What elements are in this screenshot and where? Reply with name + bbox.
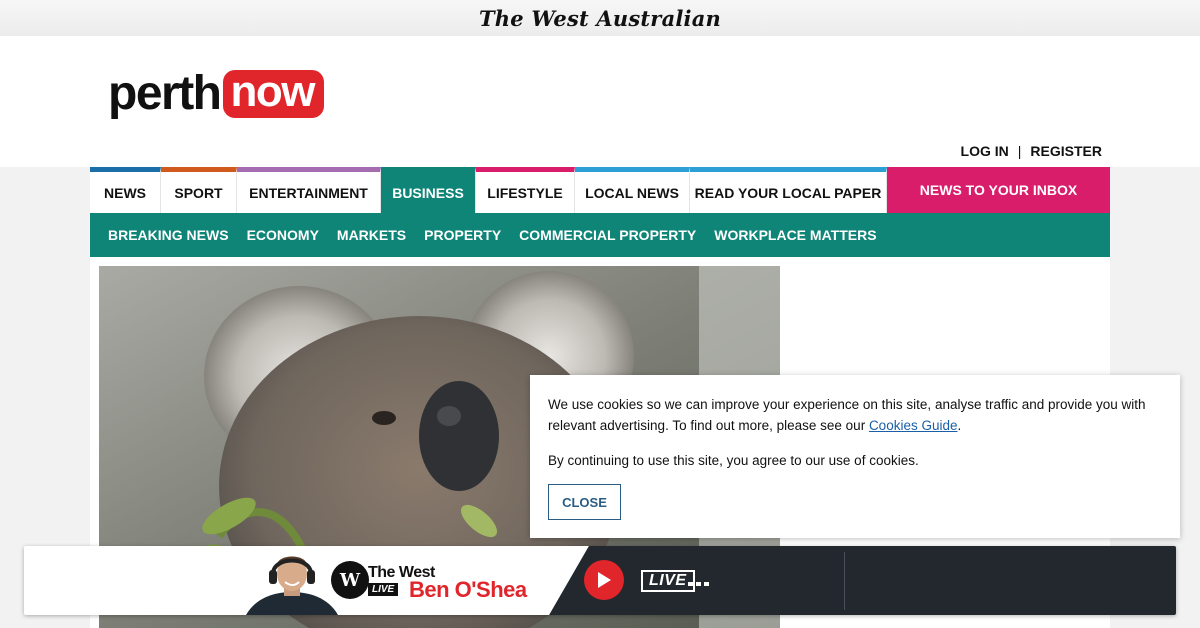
nav-item-sport[interactable]: SPORT xyxy=(161,167,237,213)
logo-now: now xyxy=(222,70,324,118)
nav-item-read-your-local-paper[interactable]: READ YOUR LOCAL PAPER xyxy=(690,167,887,213)
play-button[interactable] xyxy=(584,560,624,600)
cookie-text-end: . xyxy=(957,418,962,433)
cookie-banner: We use cookies so we can improve your ex… xyxy=(530,375,1180,538)
subnav-property[interactable]: PROPERTY xyxy=(424,227,501,243)
cookie-close-button[interactable]: CLOSE xyxy=(548,484,621,520)
nav-item-lifestyle[interactable]: LIFESTYLE xyxy=(476,167,575,213)
nav-item-news[interactable]: NEWS xyxy=(90,167,161,213)
the-west-badge-icon: W xyxy=(331,561,369,599)
nav-item-entertainment[interactable]: ENTERTAINMENT xyxy=(237,167,381,213)
primary-nav: NEWS SPORT ENTERTAINMENT BUSINESS LIFEST… xyxy=(90,167,1110,213)
perthnow-logo[interactable]: perth now xyxy=(108,70,324,118)
player-brand-live: LIVE xyxy=(368,583,399,596)
login-link[interactable]: LOG IN xyxy=(961,143,1009,159)
masthead: The West Australian xyxy=(0,0,1200,36)
news-to-your-inbox-button[interactable]: NEWS TO YOUR INBOX xyxy=(887,167,1110,213)
nav-item-business[interactable]: BUSINESS xyxy=(381,167,476,213)
live-label: LIVE xyxy=(641,570,695,592)
cookie-text: We use cookies so we can improve your ex… xyxy=(548,394,1162,436)
logo-perth: perth xyxy=(108,67,222,120)
nav-item-local-news[interactable]: LOCAL NEWS xyxy=(575,167,690,213)
auth-separator: | xyxy=(1017,143,1022,159)
subnav-workplace-matters[interactable]: WORKPLACE MATTERS xyxy=(714,227,876,243)
subnav-breaking-news[interactable]: BREAKING NEWS xyxy=(108,227,229,243)
masthead-title[interactable]: The West Australian xyxy=(479,6,721,31)
play-icon xyxy=(598,572,611,588)
site-header: perth now LOG IN | REGISTER xyxy=(0,36,1200,167)
live-indicator-icon xyxy=(688,582,709,586)
auth-links: LOG IN | REGISTER xyxy=(961,143,1102,159)
cookie-consent-text: By continuing to use this site, you agre… xyxy=(548,453,919,468)
player-divider xyxy=(844,552,845,610)
cookies-guide-link[interactable]: Cookies Guide xyxy=(869,418,958,433)
presenter-photo xyxy=(246,556,338,615)
subnav-commercial-property[interactable]: COMMERCIAL PROPERTY xyxy=(519,227,696,243)
player-host-name: Ben O'Shea xyxy=(409,577,527,602)
cookie-text-main: We use cookies so we can improve your ex… xyxy=(548,397,1146,433)
audio-player: W The West LIVE Ben O'Shea LIVE xyxy=(24,546,1176,615)
subnav-economy[interactable]: ECONOMY xyxy=(247,227,319,243)
secondary-nav: BREAKING NEWS ECONOMY MARKETS PROPERTY C… xyxy=(90,213,1110,257)
subnav-markets[interactable]: MARKETS xyxy=(337,227,406,243)
register-link[interactable]: REGISTER xyxy=(1030,143,1102,159)
